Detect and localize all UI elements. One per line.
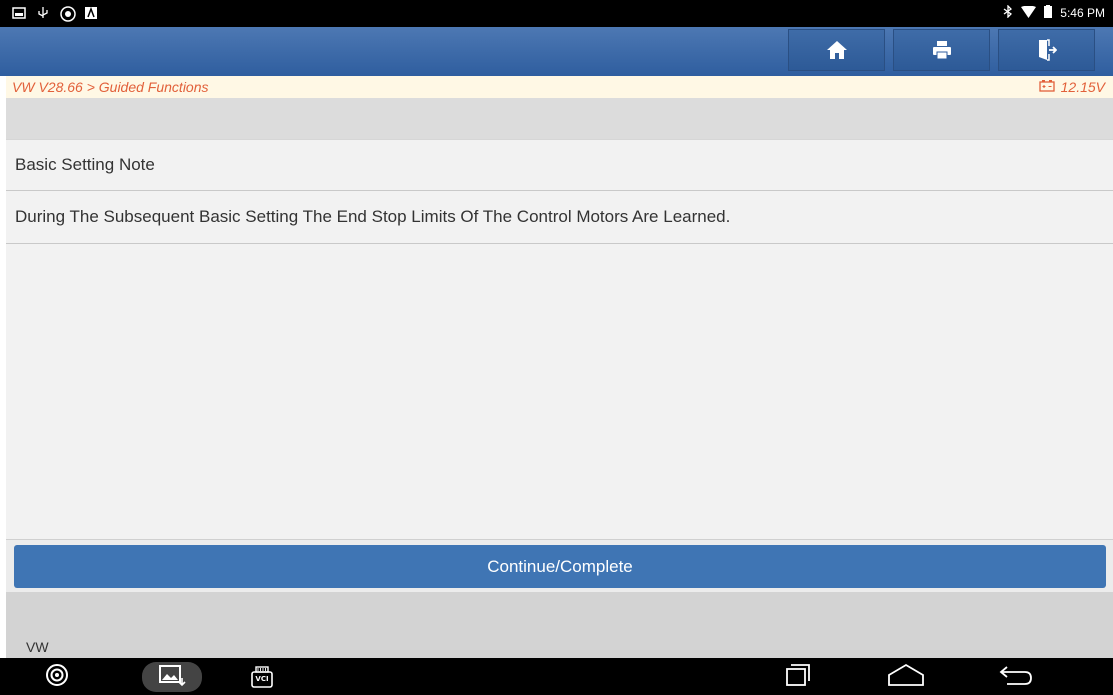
- note-message: During The Subsequent Basic Setting The …: [6, 191, 1113, 244]
- battery-voltage-icon: [1038, 79, 1055, 95]
- wifi-icon: [1021, 5, 1037, 21]
- vci-label: VCI: [255, 675, 269, 683]
- back-button[interactable]: [996, 662, 1036, 692]
- status-left-icons: [12, 6, 98, 22]
- status-right: 5:46 PM: [1003, 4, 1105, 21]
- breadcrumb-bar: VW V28.66 > Guided Functions 12.15V: [6, 76, 1113, 98]
- back-icon: [999, 664, 1033, 691]
- vci-icon: VCI: [250, 665, 274, 689]
- browser-button[interactable]: [40, 662, 74, 692]
- header-spacer: [6, 98, 1113, 139]
- note-title: Basic Setting Note: [6, 139, 1113, 191]
- home-nav-icon: [887, 663, 925, 692]
- home-nav-button[interactable]: [884, 662, 928, 692]
- bug-icon: [60, 6, 76, 22]
- print-icon: [932, 40, 952, 60]
- exit-icon: [1037, 39, 1057, 61]
- content-empty-area: [6, 244, 1113, 540]
- bluetooth-icon: [1003, 4, 1013, 21]
- print-button[interactable]: [893, 29, 990, 71]
- vci-button[interactable]: VCI: [248, 662, 276, 692]
- status-bar: 5:46 PM: [0, 0, 1113, 27]
- browser-icon: [45, 663, 69, 692]
- status-time: 5:46 PM: [1060, 6, 1105, 20]
- recents-icon: [785, 663, 811, 692]
- gallery-button[interactable]: [142, 662, 202, 692]
- usb-icon: [36, 6, 50, 20]
- notification-icon: [12, 6, 26, 20]
- app-toolbar: [0, 27, 1113, 76]
- home-button[interactable]: [788, 29, 885, 71]
- continue-complete-button[interactable]: Continue/Complete: [14, 545, 1106, 588]
- recents-button[interactable]: [778, 662, 818, 692]
- gallery-icon: [158, 663, 186, 692]
- footer-make-label: VW: [26, 639, 49, 655]
- content-panel: Basic Setting Note During The Subsequent…: [6, 98, 1113, 658]
- home-icon: [826, 40, 848, 60]
- navigation-bar: VCI: [0, 658, 1113, 695]
- voltage-indicator: 12.15V: [1038, 79, 1105, 95]
- exit-button[interactable]: [998, 29, 1095, 71]
- battery-icon: [1044, 5, 1053, 21]
- footer-area: VW: [6, 592, 1113, 658]
- breadcrumb: VW V28.66 > Guided Functions: [12, 79, 209, 95]
- voltage-value: 12.15V: [1060, 79, 1105, 95]
- app-icon: [84, 6, 98, 20]
